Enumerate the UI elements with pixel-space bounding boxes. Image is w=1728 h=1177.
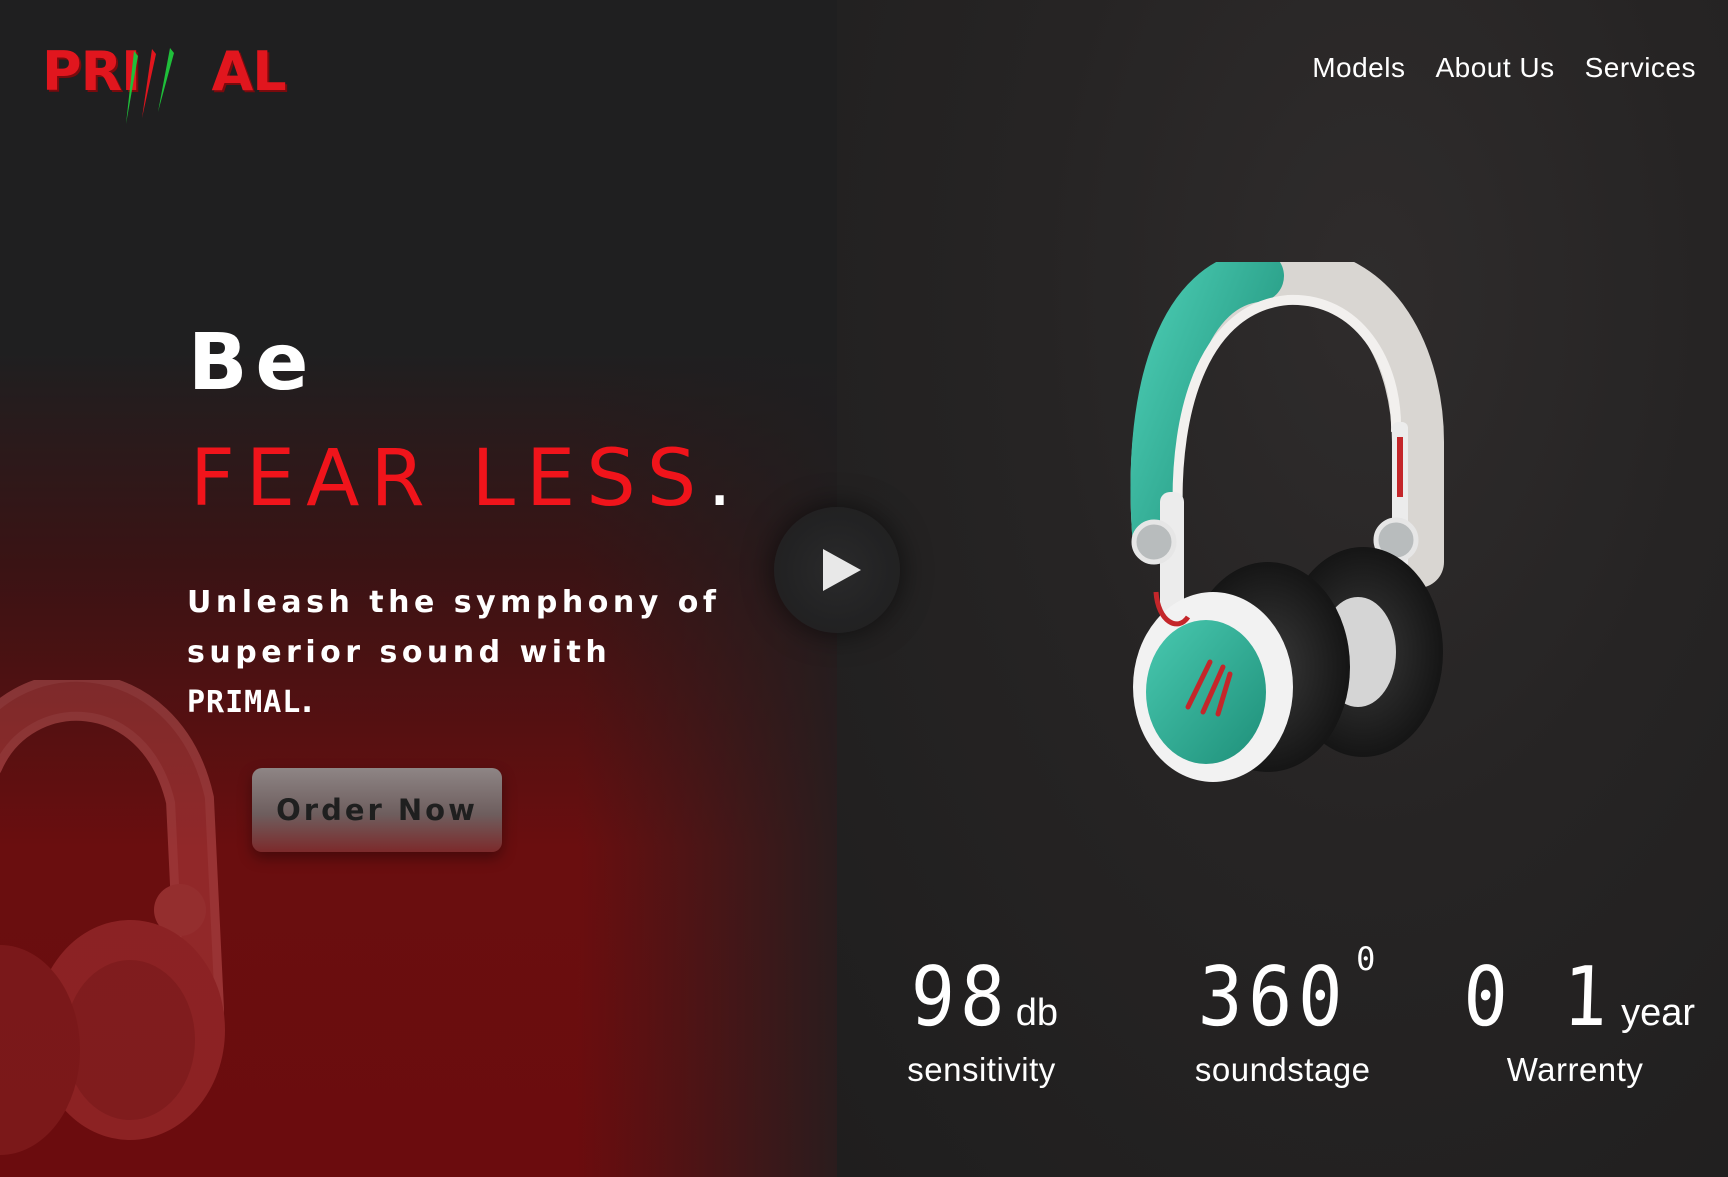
stat-warranty-label: Warrenty — [1506, 1051, 1644, 1088]
stat-warranty-unit: year — [1621, 992, 1696, 1034]
primal-logo[interactable]: PRI AL — [42, 40, 287, 125]
hero-heading-fearless: FEAR LESS — [190, 434, 708, 524]
stat-warranty: 0 1 year Warrenty — [1455, 950, 1695, 1089]
hero-tagline: Unleash the symphony of superior sound w… — [187, 578, 747, 728]
stat-soundstage-value: 360 — [1196, 950, 1350, 1045]
tagline-brand: PRIMAL — [187, 685, 302, 720]
headphone-product-image — [1130, 262, 1444, 782]
hero-heading-line2: FEAR LESS. — [190, 434, 743, 524]
tagline-text: Unleash the symphony of superior sound w… — [187, 585, 721, 670]
nav-link-models[interactable]: Models — [1312, 52, 1405, 84]
claw-marks-icon — [126, 48, 174, 124]
hero-heading-period: . — [707, 434, 744, 524]
stat-sensitivity-label: sensitivity — [907, 1051, 1056, 1088]
stat-warranty-value: 0 1 — [1461, 950, 1615, 1045]
nav-link-about-us[interactable]: About Us — [1435, 52, 1554, 84]
play-video-button[interactable] — [774, 507, 900, 633]
stat-sensitivity: 98 db sensitivity — [905, 950, 1058, 1089]
stat-sensitivity-value: 98 — [909, 950, 1012, 1045]
hero-heading-line1: Be — [188, 318, 317, 408]
stat-soundstage-label: soundstage — [1194, 1051, 1371, 1088]
stat-soundstage: 360 0 soundstage — [1190, 940, 1376, 1089]
ghost-headphone-image — [0, 680, 225, 1155]
order-now-button[interactable]: Order Now — [252, 768, 502, 852]
nav-link-services[interactable]: Services — [1585, 52, 1696, 84]
play-icon — [823, 549, 861, 591]
main-nav: Models About Us Services — [1312, 52, 1696, 84]
stat-sensitivity-unit: db — [1015, 992, 1059, 1034]
tagline-end: . — [301, 685, 318, 720]
stat-soundstage-unit: 0 — [1356, 940, 1376, 978]
